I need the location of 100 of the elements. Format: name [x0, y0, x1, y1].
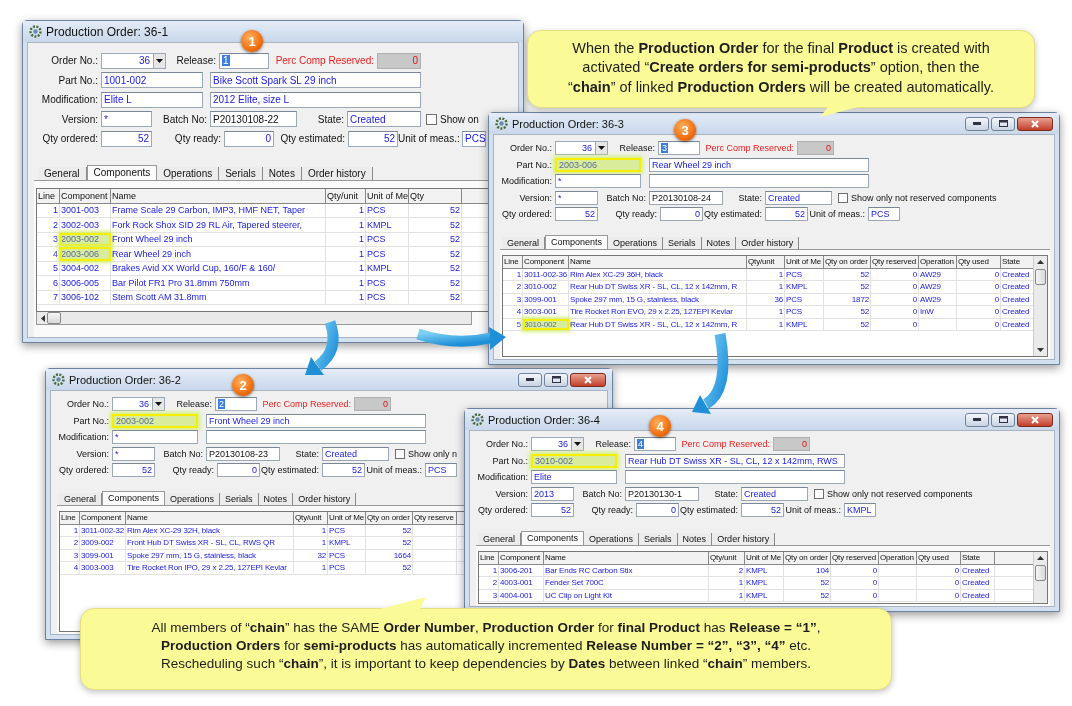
column-header[interactable]: Name — [569, 255, 747, 268]
column-header[interactable]: Unit of Me — [785, 255, 824, 268]
input-field[interactable]: 2 — [215, 397, 257, 412]
close-button[interactable] — [1017, 116, 1053, 131]
column-header[interactable]: Component — [60, 188, 111, 203]
minimize-button[interactable] — [518, 372, 542, 387]
column-header[interactable]: Unit of Me — [328, 511, 366, 524]
input-field[interactable]: PCS — [425, 463, 457, 478]
input-field[interactable]: P20130130-1 — [625, 486, 699, 501]
scrollbar[interactable] — [36, 312, 472, 325]
scrollbar[interactable] — [1033, 255, 1047, 356]
tab[interactable]: Operations — [584, 532, 640, 545]
column-header[interactable]: Component — [499, 551, 544, 564]
input-field[interactable]: P20130108-22 — [210, 111, 297, 128]
input-field[interactable]: PCS — [462, 130, 486, 147]
tab[interactable]: Serials — [639, 532, 678, 545]
input-field[interactable]: Created — [322, 446, 389, 461]
input-field[interactable]: 52 — [765, 207, 808, 222]
scroll-thumb[interactable] — [1035, 564, 1046, 581]
column-header[interactable]: Line — [479, 551, 499, 564]
tab[interactable]: Order history — [712, 532, 776, 545]
column-header[interactable]: Qty reserved — [871, 255, 919, 268]
scroll-up-icon[interactable] — [1037, 555, 1044, 560]
column-header[interactable]: Qty on order — [366, 511, 413, 524]
minimize-button[interactable] — [965, 412, 989, 427]
input-field[interactable]: 1 — [219, 52, 269, 69]
column-header[interactable]: Qty reserved — [831, 551, 879, 564]
tab[interactable]: Serials — [663, 236, 702, 249]
input-field[interactable]: 52 — [555, 207, 598, 222]
input-field[interactable]: P20130108-23 — [206, 446, 280, 461]
close-button[interactable] — [1017, 412, 1053, 427]
input-field[interactable]: 2013 — [531, 486, 574, 501]
column-header[interactable]: Qty on order — [784, 551, 831, 564]
input-field[interactable]: 3 — [658, 141, 700, 156]
column-header[interactable]: Qty/unit — [747, 255, 785, 268]
input-field[interactable]: Elite — [531, 470, 617, 485]
column-header[interactable]: Operation — [879, 551, 917, 564]
input-field[interactable]: 0 — [636, 503, 679, 518]
column-header[interactable]: Name — [126, 511, 294, 524]
column-header[interactable]: Qty/unit — [709, 551, 745, 564]
input-field[interactable]: * — [112, 446, 155, 461]
input-field[interactable]: 52 — [741, 503, 784, 518]
scrollbar[interactable] — [1033, 551, 1047, 603]
tab[interactable]: Serials — [219, 166, 263, 180]
dropdown-icon[interactable] — [571, 438, 583, 451]
tab[interactable]: Notes — [262, 166, 302, 180]
column-header[interactable]: Qty used — [957, 255, 1001, 268]
scroll-up-icon[interactable] — [1037, 259, 1044, 264]
input-field[interactable]: * — [101, 111, 152, 128]
tab[interactable]: Notes — [677, 532, 713, 545]
input-field[interactable]: 2012 Elite, size L — [210, 91, 421, 108]
input-field[interactable]: 52 — [101, 130, 152, 147]
scroll-down-icon[interactable] — [1037, 348, 1044, 352]
input-field[interactable]: Created — [765, 190, 832, 205]
tab[interactable]: Notes — [701, 236, 737, 249]
column-header[interactable]: Operation — [919, 255, 957, 268]
tab[interactable]: General — [59, 492, 103, 505]
column-header[interactable]: Unit of Me — [745, 551, 784, 564]
input-field[interactable]: * — [555, 190, 598, 205]
checkbox[interactable] — [838, 192, 848, 203]
tab[interactable]: Operations — [608, 236, 664, 249]
dropdown-icon[interactable] — [153, 53, 165, 68]
dropdown-icon[interactable] — [595, 142, 607, 155]
order-number-combo[interactable]: 36 — [555, 141, 608, 156]
close-button[interactable] — [570, 372, 606, 387]
order-number-combo[interactable]: 36 — [112, 397, 165, 412]
tab[interactable]: Components — [521, 530, 585, 545]
input-field[interactable]: KMPL — [844, 503, 876, 518]
column-header[interactable]: Component — [80, 511, 126, 524]
input-field[interactable]: 0 — [660, 207, 703, 222]
input-field[interactable]: Rear Hub DT Swiss XR - SL, CL, 12 x 142mm, RWS — [625, 453, 845, 468]
input-field[interactable]: Bike Scott Spark SL 29 inch — [210, 72, 421, 89]
input-field[interactable]: * — [112, 430, 198, 445]
input-field[interactable]: PCS — [868, 207, 900, 222]
input-field[interactable]: Created — [741, 486, 808, 501]
order-number-combo[interactable]: 36 — [101, 52, 166, 69]
tab[interactable]: Operations — [157, 166, 220, 180]
tab[interactable]: Components — [86, 164, 158, 180]
input-field[interactable]: 52 — [322, 463, 365, 478]
input-field[interactable] — [625, 470, 845, 485]
column-header[interactable]: Qty used — [917, 551, 961, 564]
column-header[interactable]: Qty/unit — [326, 188, 366, 203]
input-field[interactable]: * — [555, 174, 641, 189]
input-field[interactable] — [649, 174, 869, 189]
tab[interactable]: Serials — [220, 492, 259, 505]
tab[interactable]: Components — [545, 234, 609, 249]
column-header[interactable]: Name — [111, 188, 326, 203]
column-header[interactable]: Component — [523, 255, 569, 268]
column-header[interactable]: State — [961, 551, 995, 564]
column-header[interactable]: Line — [37, 188, 60, 203]
dropdown-icon[interactable] — [152, 398, 164, 411]
input-field[interactable]: 2003-002 — [112, 413, 198, 428]
input-field[interactable]: 2003-006 — [555, 157, 641, 172]
column-header[interactable]: Line — [60, 511, 80, 524]
tab[interactable]: Order history — [736, 236, 800, 249]
checkbox[interactable] — [426, 113, 437, 125]
input-field[interactable]: P20130108-24 — [649, 190, 723, 205]
maximize-button[interactable] — [991, 412, 1015, 427]
column-header[interactable]: Line — [503, 255, 523, 268]
input-field[interactable]: 0 — [217, 463, 260, 478]
